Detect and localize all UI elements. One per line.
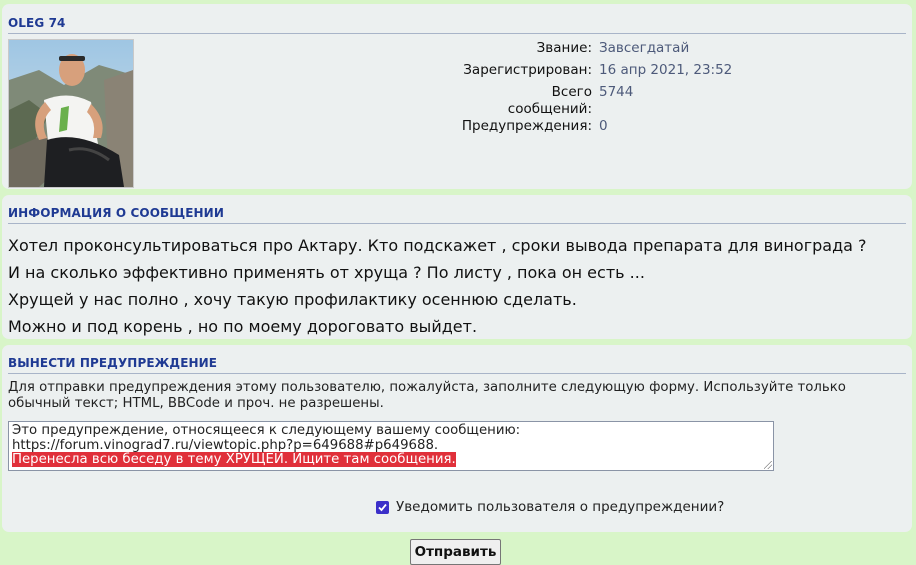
posts-label-1: Всего (551, 84, 592, 100)
message-text: Хотел проконсультироваться про Актару. К… (8, 232, 867, 340)
submit-button[interactable]: Отправить (410, 539, 501, 565)
issue-warning-heading: ВЫНЕСТИ ПРЕДУПРЕЖДЕНИЕ (8, 356, 906, 374)
username-heading: OLEG 74 (8, 16, 906, 34)
message-line: И на сколько эффективно применять от хру… (8, 263, 645, 282)
notify-user-option[interactable]: Уведомить пользователя о предупреждении? (376, 499, 724, 515)
issue-warning-panel: ВЫНЕСТИ ПРЕДУПРЕЖДЕНИЕ Для отправки пред… (2, 345, 912, 532)
notify-label: Уведомить пользователя о предупреждении? (396, 499, 725, 515)
selected-warning-text: Перенесла всю беседу в тему ХРУЩЕЙ. Ищит… (12, 452, 456, 467)
warning-textarea[interactable]: Это предупреждение, относящееся к следую… (8, 421, 774, 471)
rank-label: Звание: (536, 40, 592, 56)
user-profile-panel: OLEG 74 Звание: Завсегдатай Зарегистриро… (2, 4, 912, 189)
resize-grip-icon[interactable] (764, 461, 772, 469)
warning-text-line: https://forum.vinograd7.ru/viewtopic.php… (12, 437, 439, 453)
message-line: Можно и под корень , но по моему дорогов… (8, 317, 478, 336)
warnings-label: Предупреждения: (461, 118, 592, 134)
warnings-value: 0 (599, 118, 608, 134)
warning-text-line: Это предупреждение, относящееся к следую… (12, 423, 521, 438)
posts-label-2: сообщений: (507, 101, 592, 117)
registered-label: Зарегистрирован: (463, 62, 592, 78)
notify-checkbox[interactable] (376, 500, 389, 514)
message-line: Хотел проконсультироваться про Актару. К… (8, 236, 867, 255)
message-info-heading: ИНФОРМАЦИЯ О СООБЩЕНИИ (8, 206, 906, 224)
warning-instructions: Для отправки предупреждения этому пользо… (8, 380, 846, 411)
checkmark-icon (378, 503, 387, 511)
message-info-panel: ИНФОРМАЦИЯ О СООБЩЕНИИ Хотел проконсульт… (2, 195, 912, 339)
user-avatar (8, 39, 134, 188)
posts-value: 5744 (599, 84, 634, 100)
rank-value: Завсегдатай (599, 40, 690, 56)
message-line: Хрущей у нас полно , хочу такую профилак… (8, 290, 577, 309)
registered-value: 16 апр 2021, 23:52 (599, 62, 733, 78)
